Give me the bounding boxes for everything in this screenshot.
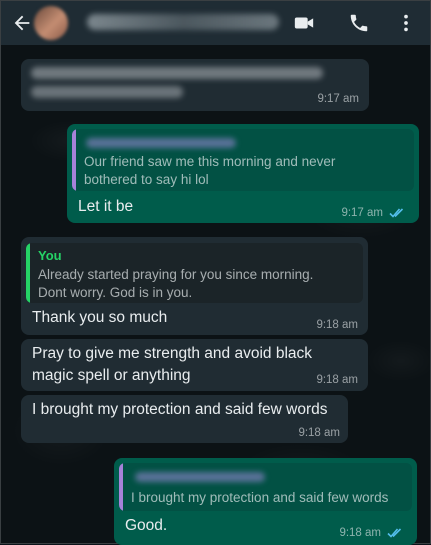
- message-bubble-incoming[interactable]: 9:17 am: [21, 59, 369, 111]
- message-text-redacted: [31, 86, 183, 98]
- back-arrow-icon[interactable]: [11, 12, 33, 34]
- read-receipt-icon: [389, 208, 404, 218]
- message-text: Pray to give me strength and avoid black…: [32, 345, 313, 384]
- quote-sender-redacted: [86, 138, 236, 148]
- message-time: 9:18 am: [298, 427, 340, 439]
- message-text-redacted: [31, 67, 323, 79]
- quote-accent-bar: [72, 129, 76, 191]
- message-bubble-incoming[interactable]: Pray to give me strength and avoid black…: [21, 339, 368, 391]
- message-time: 9:17 am: [317, 93, 359, 105]
- message-bubble-incoming[interactable]: I brought my protection and said few wor…: [21, 395, 348, 443]
- message-time: 9:18 am: [316, 374, 358, 386]
- quote-text: Our friend saw me this morning and never…: [84, 154, 336, 187]
- quote-sender: You: [38, 248, 62, 263]
- video-call-icon[interactable]: [293, 12, 315, 34]
- quote-accent-bar: [26, 243, 30, 303]
- voice-call-icon[interactable]: [348, 12, 370, 34]
- quote-accent-bar: [119, 463, 123, 511]
- quoted-message[interactable]: Our friend saw me this morning and never…: [72, 129, 414, 191]
- contact-name[interactable]: [81, 11, 281, 31]
- message-text: I brought my protection and said few wor…: [32, 401, 328, 418]
- avatar[interactable]: [34, 6, 68, 40]
- quoted-message[interactable]: You Already started praying for you sinc…: [26, 243, 363, 303]
- quote-text: I brought my protection and said few wor…: [131, 490, 389, 505]
- message-time: 9:18 am: [316, 319, 358, 331]
- read-receipt-icon: [387, 528, 402, 538]
- message-time: 9:18 am: [339, 527, 381, 539]
- quoted-message[interactable]: I brought my protection and said few wor…: [119, 463, 412, 511]
- message-text: Thank you so much: [32, 309, 168, 326]
- quote-text: Already started praying for you since mo…: [38, 267, 314, 300]
- message-bubble-outgoing[interactable]: I brought my protection and said few wor…: [114, 458, 417, 545]
- quote-sender-redacted: [135, 472, 265, 482]
- message-text: Let it be: [78, 198, 134, 215]
- message-text: Good.: [125, 517, 168, 534]
- chat-header: [1, 1, 430, 45]
- message-bubble-incoming[interactable]: You Already started praying for you sinc…: [21, 237, 368, 335]
- more-options-icon[interactable]: [395, 12, 417, 34]
- message-time: 9:17 am: [341, 207, 383, 219]
- message-bubble-outgoing[interactable]: Our friend saw me this morning and never…: [67, 124, 419, 223]
